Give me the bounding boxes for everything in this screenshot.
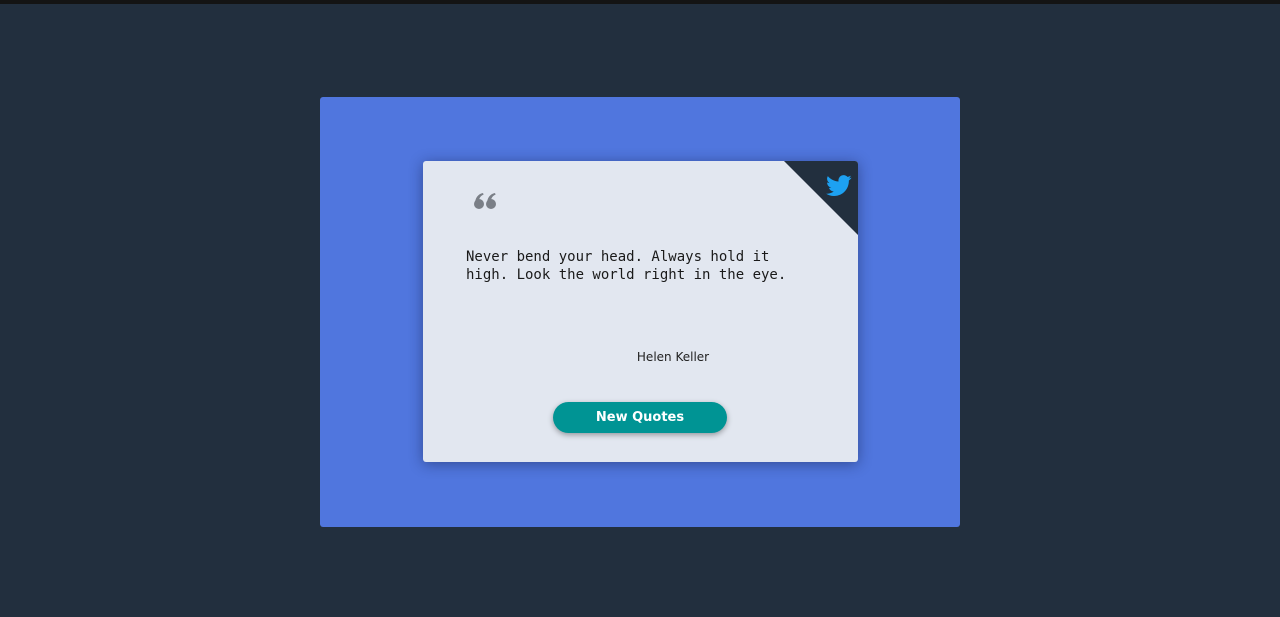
outer-panel: Never bend your head. Always hold it hig… — [320, 97, 960, 527]
quote-text: Never bend your head. Always hold it hig… — [466, 249, 787, 283]
quote-left-icon — [473, 191, 499, 211]
quote-card: Never bend your head. Always hold it hig… — [423, 161, 858, 462]
corner-fold — [784, 161, 858, 235]
twitter-icon — [826, 175, 852, 196]
top-strip — [0, 0, 1280, 4]
quote-author: Helen Keller — [636, 350, 710, 364]
tweet-quote-button[interactable] — [826, 175, 852, 197]
new-quote-button[interactable]: New Quotes — [553, 402, 727, 433]
